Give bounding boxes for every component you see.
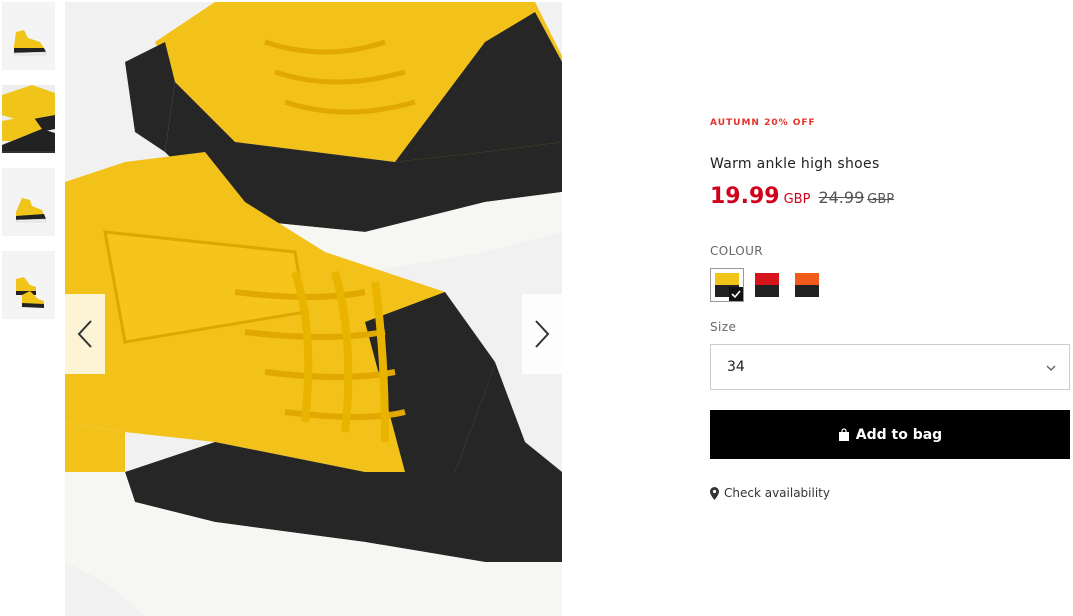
add-to-bag-button[interactable]: Add to bag (710, 410, 1070, 459)
thumbnail-list (2, 2, 55, 334)
promo-label: AUTUMN 20% OFF (710, 118, 816, 128)
colour-option-orange-black[interactable] (790, 268, 824, 302)
shoe-side-thumbnail-icon (2, 2, 55, 68)
shoe-closeup-thumbnail-icon (2, 85, 55, 151)
colour-option-yellow-black[interactable] (710, 268, 744, 302)
previous-image-button[interactable] (65, 294, 105, 374)
price-row: 19.99 GBP 24.99 GBP (710, 184, 894, 209)
thumbnail-3[interactable] (2, 168, 55, 236)
shoe-side-thumbnail-icon (2, 168, 55, 234)
sale-price: 19.99 (710, 184, 780, 209)
shoe-pair-thumbnail-icon (2, 251, 55, 317)
check-availability-link[interactable]: Check availability (710, 486, 830, 500)
chevron-right-icon (535, 320, 550, 348)
size-select[interactable]: 34 (710, 344, 1070, 390)
shopping-bag-icon (838, 428, 849, 441)
swatch-chip (795, 273, 819, 297)
chevron-down-icon (1046, 365, 1056, 371)
chevron-left-icon (77, 320, 92, 348)
original-price: 24.99 (818, 188, 865, 207)
product-title: Warm ankle high shoes (710, 156, 880, 172)
checkmark-icon (729, 287, 743, 301)
colour-option-red-black[interactable] (750, 268, 784, 302)
original-currency: GBP (867, 192, 895, 207)
colour-label: COLOUR (710, 244, 764, 258)
swatch-chip (755, 273, 779, 297)
colour-swatches (710, 268, 824, 302)
shoe-photo-illustration (65, 2, 562, 616)
size-label: Size (710, 320, 737, 334)
check-availability-label: Check availability (724, 486, 830, 500)
map-pin-icon (710, 486, 719, 500)
main-product-image (65, 2, 562, 616)
thumbnail-2[interactable] (2, 85, 55, 153)
thumbnail-1[interactable] (2, 2, 55, 70)
thumbnail-4[interactable] (2, 251, 55, 319)
sale-currency: GBP (783, 192, 811, 207)
next-image-button[interactable] (522, 294, 562, 374)
size-value: 34 (727, 359, 745, 375)
add-to-bag-label: Add to bag (855, 426, 943, 443)
